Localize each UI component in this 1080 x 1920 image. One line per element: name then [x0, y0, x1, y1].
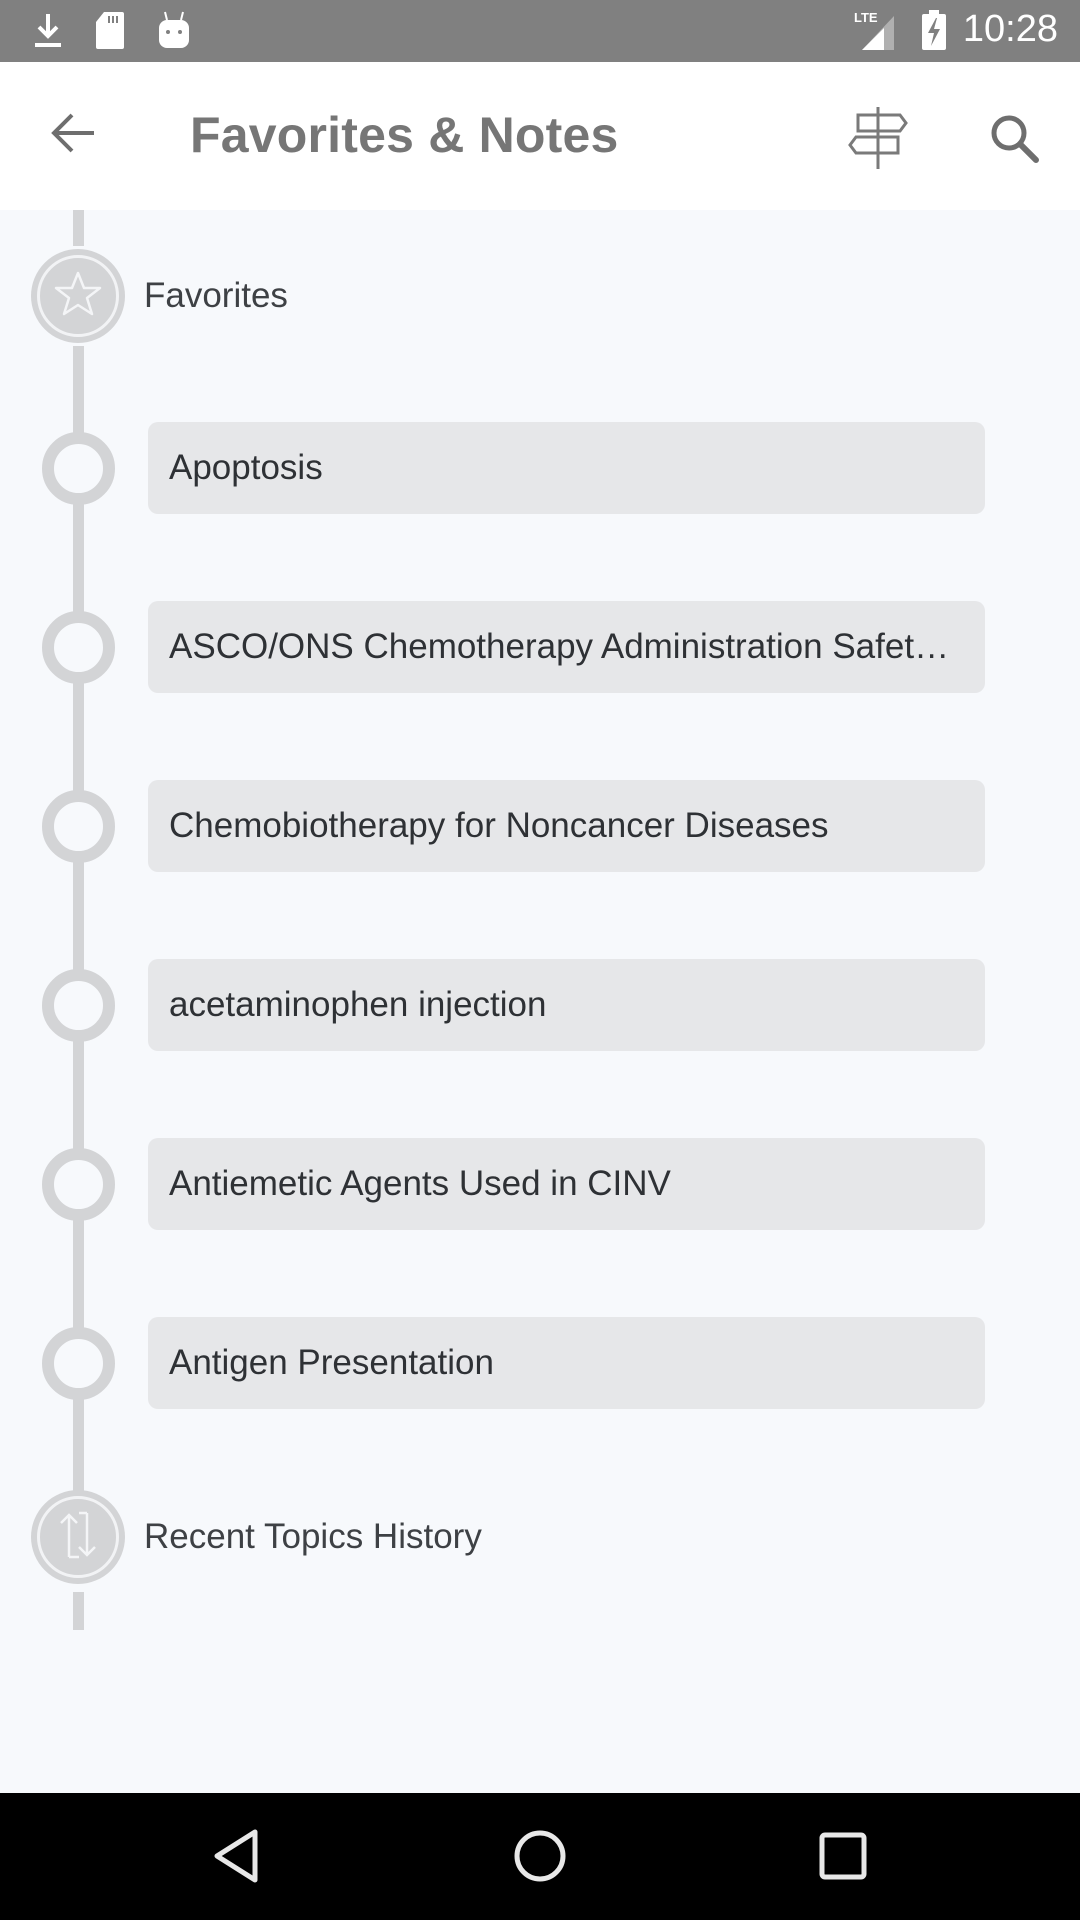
favorite-item-label: Chemobiotherapy for Noncancer Diseases	[169, 806, 829, 845]
timeline-line	[73, 1592, 84, 1630]
lte-signal-icon: LTE	[852, 10, 902, 50]
nav-home-button[interactable]	[500, 1818, 580, 1898]
section-recent-history[interactable]: Recent Topics History	[0, 1487, 1080, 1587]
section-label: Recent Topics History	[144, 1517, 482, 1556]
item-node	[42, 611, 115, 684]
favorite-item-label: acetaminophen injection	[169, 985, 547, 1024]
status-time: 10:28	[962, 8, 1058, 50]
back-button[interactable]	[40, 102, 106, 168]
arrow-back-icon	[50, 112, 96, 159]
battery-charging-icon	[918, 10, 950, 50]
item-node	[42, 969, 115, 1042]
page-title: Favorites & Notes	[190, 107, 619, 163]
timeline-content: Favorites Apoptosis ASCO/ONS Chemotherap…	[0, 210, 1080, 1793]
section-favorites[interactable]: Favorites	[0, 246, 1080, 346]
favorite-item-label: Antiemetic Agents Used in CINV	[169, 1164, 671, 1203]
system-nav-bar	[0, 1793, 1080, 1920]
section-node	[31, 1490, 125, 1584]
favorite-item[interactable]: Antiemetic Agents Used in CINV	[148, 1138, 985, 1230]
section-node	[31, 249, 125, 343]
favorite-item[interactable]: ASCO/ONS Chemotherapy Administration Saf…	[148, 601, 985, 693]
favorite-item-label: Apoptosis	[169, 448, 323, 487]
nav-recents-button[interactable]	[803, 1818, 883, 1898]
item-node	[42, 790, 115, 863]
search-icon	[989, 113, 1041, 170]
section-label: Favorites	[144, 276, 288, 315]
timeline-line	[73, 210, 84, 246]
search-button[interactable]	[980, 106, 1050, 176]
swap-vertical-icon	[55, 1509, 101, 1566]
android-icon	[156, 10, 192, 50]
favorite-item[interactable]: Chemobiotherapy for Noncancer Diseases	[148, 780, 985, 872]
home-circle-icon	[512, 1828, 568, 1889]
navigate-button[interactable]	[840, 102, 916, 178]
status-bar: LTE 10:28	[0, 0, 1080, 62]
favorite-item[interactable]: Antigen Presentation	[148, 1317, 985, 1409]
download-icon	[30, 10, 66, 50]
recents-square-icon	[818, 1831, 868, 1886]
nav-back-button[interactable]	[196, 1818, 276, 1898]
signpost-icon	[845, 105, 911, 176]
favorite-item-label: ASCO/ONS Chemotherapy Administration Saf…	[169, 627, 961, 666]
back-triangle-icon	[211, 1828, 261, 1889]
star-icon	[53, 270, 103, 323]
sd-card-icon	[92, 10, 128, 50]
item-node	[42, 1148, 115, 1221]
favorite-item[interactable]: Apoptosis	[148, 422, 985, 514]
favorite-item-label: Antigen Presentation	[169, 1343, 494, 1382]
item-node	[42, 432, 115, 505]
favorite-item[interactable]: acetaminophen injection	[148, 959, 985, 1051]
app-bar: Favorites & Notes	[0, 62, 1080, 210]
item-node	[42, 1327, 115, 1400]
svg-text:LTE: LTE	[854, 10, 878, 25]
